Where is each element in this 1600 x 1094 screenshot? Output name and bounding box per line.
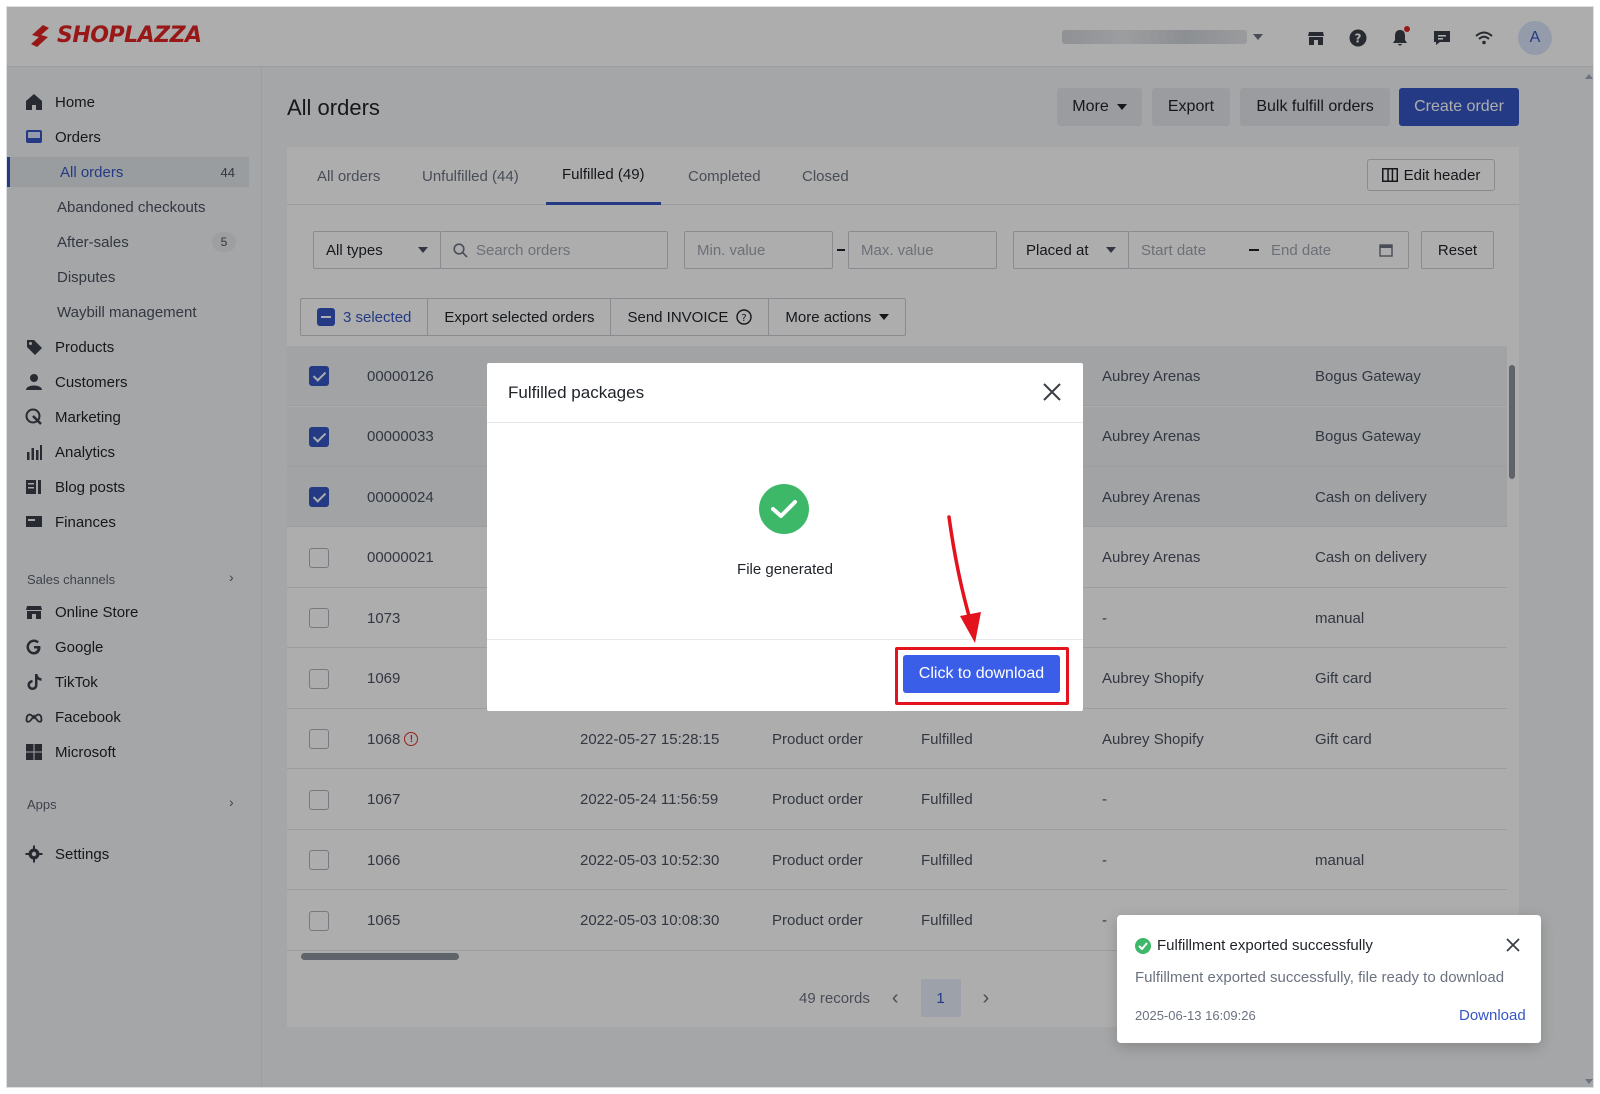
toast-title: Fulfillment exported successfully	[1157, 937, 1373, 954]
close-icon[interactable]	[1505, 937, 1521, 953]
dialog-title: Fulfilled packages	[508, 383, 645, 402]
red-arrow-annotation-icon	[947, 515, 981, 643]
app-window: SHOPLAZZA ? A Home Orders All orders 44 …	[6, 6, 1594, 1088]
click-to-download-button[interactable]: Click to download	[903, 655, 1060, 693]
close-icon[interactable]	[1041, 381, 1063, 403]
toast-message: Fulfillment exported successfully, file …	[1135, 969, 1505, 986]
fulfilled-packages-dialog: Fulfilled packages File generated Click …	[487, 363, 1083, 711]
toast-title-row: Fulfillment exported successfully	[1135, 937, 1373, 954]
success-check-icon	[759, 484, 809, 534]
toast-download-link[interactable]: Download	[1459, 1007, 1526, 1024]
toast-timestamp: 2025-06-13 16:09:26	[1135, 1008, 1256, 1023]
export-success-toast: Fulfillment exported successfully Fulfil…	[1117, 915, 1541, 1043]
file-generated-message: File generated	[737, 561, 833, 578]
page-scrollbar[interactable]	[1583, 69, 1593, 1087]
success-check-icon	[1135, 937, 1151, 954]
dialog-header: Fulfilled packages	[487, 363, 1083, 423]
